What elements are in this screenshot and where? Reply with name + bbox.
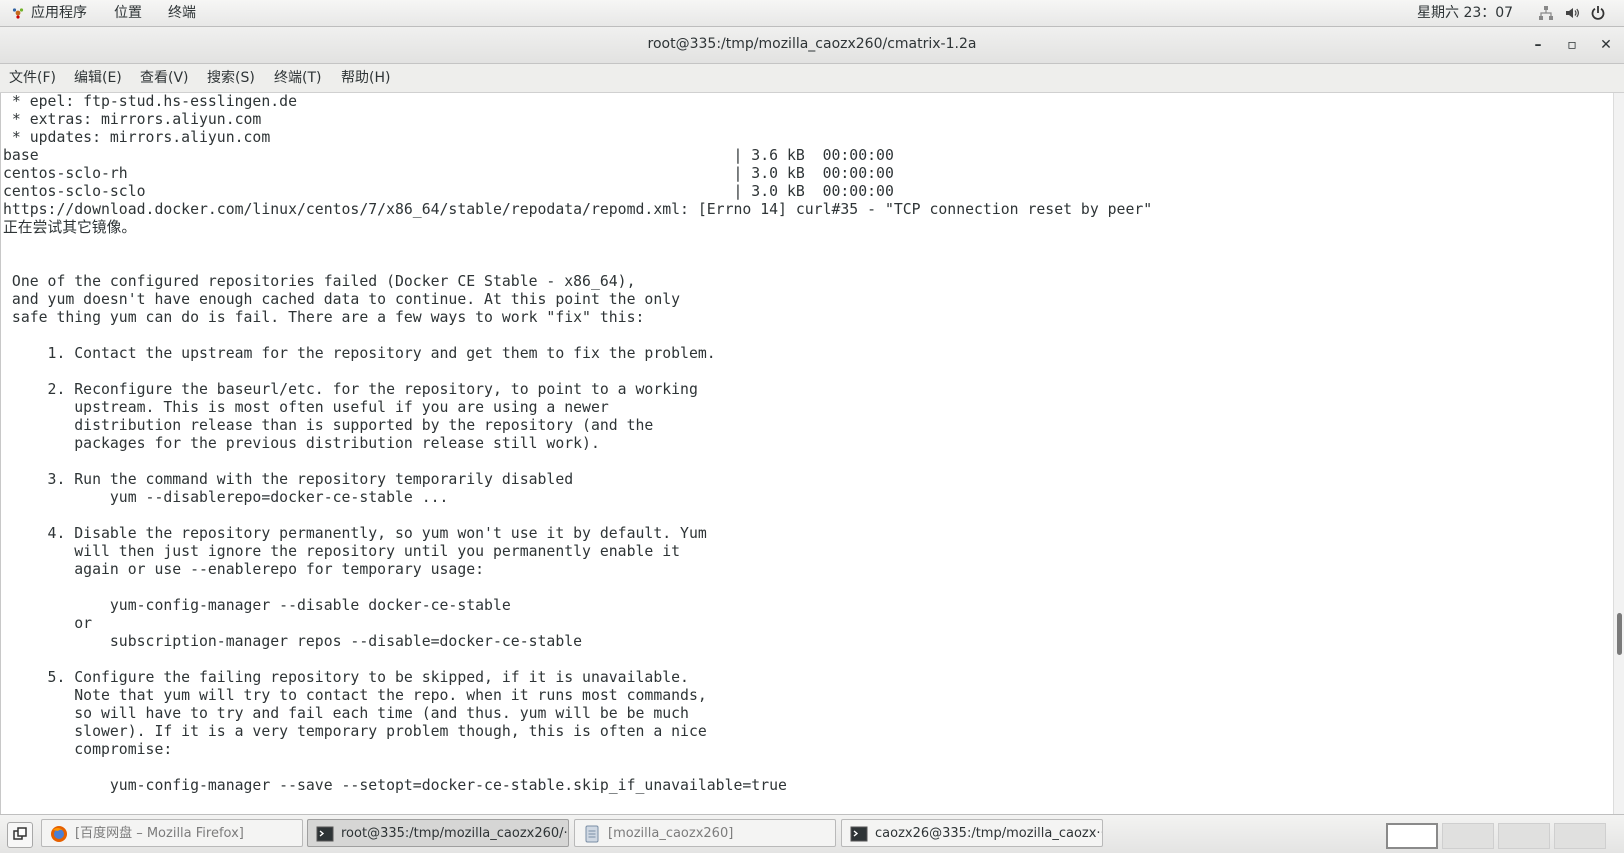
firefox-icon	[51, 826, 67, 842]
bottom-taskbar: [百度网盘 – Mozilla Firefox] root@335:/tmp/m…	[0, 814, 1624, 853]
workspace-4[interactable]	[1554, 823, 1606, 849]
top-panel: 应用程序 位置 终端 星期六 23：07	[0, 0, 1624, 27]
menu-search[interactable]: 搜索(S)	[207, 69, 255, 87]
menu-view[interactable]: 查看(V)	[140, 69, 189, 87]
volume-icon[interactable]	[1564, 5, 1580, 21]
show-desktop-button[interactable]	[7, 822, 33, 848]
menu-help[interactable]: 帮助(H)	[341, 69, 390, 87]
show-desktop-icon	[13, 827, 27, 840]
task-label: root@335:/tmp/mozilla_caozx260/···	[341, 826, 569, 841]
task-firefox[interactable]: [百度网盘 – Mozilla Firefox]	[41, 819, 303, 847]
task-label: caozx26@335:/tmp/mozilla_caozx···	[875, 826, 1103, 841]
workspace-3[interactable]	[1498, 823, 1550, 849]
terminal-icon	[316, 826, 334, 842]
network-icon[interactable]	[1538, 5, 1554, 21]
applications-menu[interactable]: 应用程序	[31, 4, 87, 22]
power-icon[interactable]	[1590, 5, 1606, 21]
terminal-scrollbar[interactable]	[1613, 93, 1624, 814]
minimize-button[interactable]: –	[1527, 34, 1549, 56]
terminal-app-menu[interactable]: 终端	[168, 4, 196, 22]
terminal-icon	[850, 826, 868, 842]
workspace-2[interactable]	[1442, 823, 1494, 849]
task-file-manager[interactable]: [mozilla_caozx260]	[574, 819, 836, 847]
menu-file[interactable]: 文件(F)	[9, 69, 56, 87]
close-button[interactable]: ✕	[1595, 34, 1617, 56]
task-terminal-root[interactable]: root@335:/tmp/mozilla_caozx260/···	[307, 819, 569, 847]
places-menu[interactable]: 位置	[114, 4, 142, 22]
workspace-1[interactable]	[1386, 823, 1438, 849]
file-manager-icon	[585, 825, 599, 843]
applications-menu-icon[interactable]	[12, 7, 24, 19]
task-label: [mozilla_caozx260]	[608, 826, 734, 841]
window-titlebar[interactable]: root@335:/tmp/mozilla_caozx260/cmatrix-1…	[0, 27, 1624, 64]
task-terminal-caozx[interactable]: caozx26@335:/tmp/mozilla_caozx···	[841, 819, 1103, 847]
window-title: root@335:/tmp/mozilla_caozx260/cmatrix-1…	[647, 36, 977, 52]
terminal-output[interactable]: * epel: ftp-stud.hs-esslingen.de * extra…	[0, 93, 1614, 814]
maximize-button[interactable]: ▫	[1561, 34, 1583, 56]
scrollbar-thumb[interactable]	[1617, 613, 1622, 655]
terminal-text[interactable]: * epel: ftp-stud.hs-esslingen.de * extra…	[3, 93, 1152, 795]
menu-edit[interactable]: 编辑(E)	[74, 69, 122, 87]
clock[interactable]: 星期六 23：07	[1417, 4, 1513, 22]
menu-bar: 文件(F) 编辑(E) 查看(V) 搜索(S) 终端(T) 帮助(H)	[0, 64, 1624, 93]
menu-terminal[interactable]: 终端(T)	[274, 69, 321, 87]
task-label: [百度网盘 – Mozilla Firefox]	[75, 826, 244, 841]
